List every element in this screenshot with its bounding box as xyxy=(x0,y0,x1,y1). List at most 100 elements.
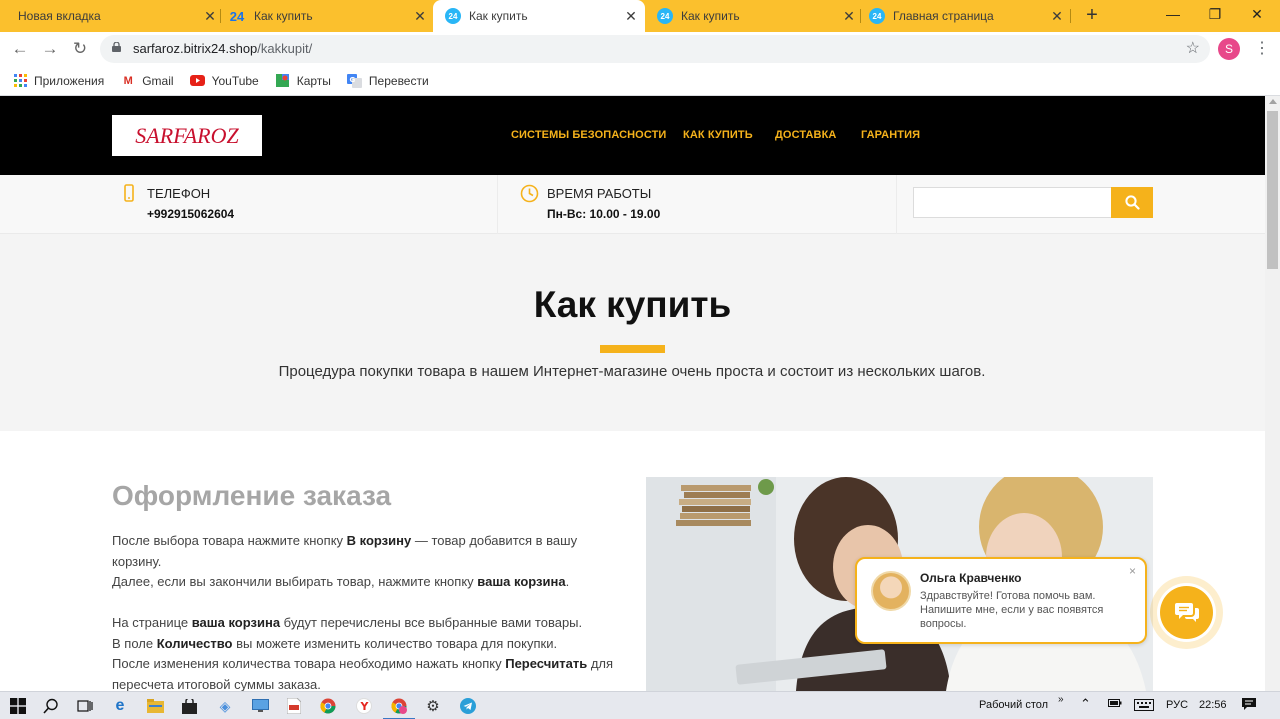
bitrix24-favicon-icon: 24 xyxy=(445,8,461,24)
translate-icon: G xyxy=(347,73,363,88)
paragraph-quantity: В поле Количество вы можете изменить кол… xyxy=(112,634,622,655)
site-search-input[interactable] xyxy=(913,187,1111,218)
chat-bubbles-icon xyxy=(1174,602,1199,622)
toolbar-overflow-icon[interactable]: » xyxy=(1058,694,1064,705)
address-bar[interactable]: sarfaroz.bitrix24.shop/kakkupit/ ☆ xyxy=(100,35,1210,63)
nav-how-to-buy[interactable]: КАК КУПИТЬ xyxy=(683,129,753,141)
back-arrow-icon[interactable]: ← xyxy=(8,38,32,60)
task-view-icon[interactable] xyxy=(75,696,95,716)
bookmark-maps[interactable]: Карты xyxy=(275,74,331,88)
tray-expand-icon[interactable]: ⌃ xyxy=(1080,696,1091,712)
tab-close-icon[interactable]: ✕ xyxy=(841,8,857,25)
chrome-menu-icon[interactable]: ⋮ xyxy=(1254,38,1270,60)
text-segment: . xyxy=(565,574,570,589)
bitrix24-favicon-icon: 24 xyxy=(869,8,885,24)
browser-tab-strip: Новая вкладка ✕ 24 Как купить ✕ 24 Как к… xyxy=(0,0,1280,32)
search-icon xyxy=(1124,195,1140,210)
forward-arrow-icon[interactable]: → xyxy=(38,38,62,60)
hours-value: Пн-Вс: 10.00 - 19.00 xyxy=(547,207,661,221)
store-icon[interactable] xyxy=(179,696,199,716)
bitrix24-favicon-icon: 24 xyxy=(657,8,673,24)
gmail-icon: M xyxy=(123,74,133,87)
yandex-browser-icon[interactable]: Y xyxy=(354,696,374,716)
info-divider xyxy=(896,175,897,234)
edge-icon[interactable]: e xyxy=(110,696,130,716)
nav-warranty[interactable]: ГАРАНТИЯ xyxy=(861,129,920,141)
browser-tab[interactable]: Новая вкладка ✕ xyxy=(8,0,218,32)
dropbox-icon[interactable]: ◈ xyxy=(215,696,235,716)
youtube-icon xyxy=(190,74,206,88)
consultant-name: Ольга Кравченко xyxy=(920,571,1022,585)
consultant-avatar xyxy=(871,571,911,611)
bold-term: ваша корзина xyxy=(477,574,566,589)
browser-toolbar: ← → ↻ sarfaroz.bitrix24.shop/kakkupit/ ☆… xyxy=(0,32,1280,66)
browser-tab-active[interactable]: 24 Как купить ✕ xyxy=(433,0,645,32)
minimize-window-icon[interactable]: — xyxy=(1150,0,1196,30)
close-window-icon[interactable]: ✕ xyxy=(1234,0,1280,30)
reload-icon[interactable]: ↻ xyxy=(68,38,92,60)
phone-number[interactable]: +992915062604 xyxy=(147,207,234,221)
search-icon[interactable] xyxy=(41,696,61,716)
tab-title: Главная страница xyxy=(893,9,994,23)
text-segment: Далее, если вы закончили выбирать товар,… xyxy=(112,574,478,589)
language-indicator[interactable]: РУС xyxy=(1166,699,1188,711)
page-title: Как купить xyxy=(533,284,732,325)
page-hero: Как купить Процедура покупки товара в на… xyxy=(0,234,1265,431)
nav-security-systems[interactable]: СИСТЕМЫ БЕЗОПАСНОСТИ xyxy=(511,129,666,141)
site-search-button[interactable] xyxy=(1111,187,1153,218)
title-underline xyxy=(600,345,665,353)
keyboard-icon[interactable] xyxy=(1134,699,1154,714)
svg-text:G: G xyxy=(350,76,356,84)
telegram-icon[interactable] xyxy=(458,696,478,716)
browser-tab[interactable]: 24 Как купить ✕ xyxy=(228,0,428,32)
battery-icon[interactable] xyxy=(1108,698,1122,711)
text-segment: На странице xyxy=(112,615,192,630)
paragraph-recalculate: После изменения количества товара необхо… xyxy=(112,654,622,691)
chrome-icon[interactable] xyxy=(318,696,338,716)
tab-close-icon[interactable]: ✕ xyxy=(623,8,639,25)
section-heading: Оформление заказа xyxy=(112,480,392,511)
maps-icon xyxy=(275,74,291,88)
paragraph-add-to-cart: После выбора товара нажмите кнопку В кор… xyxy=(112,531,622,572)
nav-delivery[interactable]: ДОСТАВКА xyxy=(775,129,836,141)
monitor-icon[interactable] xyxy=(250,696,270,716)
bookmark-star-icon[interactable]: ☆ xyxy=(1186,38,1200,58)
scrollbar-thumb[interactable] xyxy=(1267,111,1278,269)
pdf-icon[interactable] xyxy=(284,696,304,716)
file-explorer-icon[interactable] xyxy=(145,696,165,716)
tab-close-icon[interactable]: ✕ xyxy=(1049,8,1065,25)
text-segment: В поле xyxy=(112,636,157,651)
site-logo[interactable]: SARFAROZ xyxy=(112,115,262,156)
tab-close-icon[interactable]: ✕ xyxy=(412,8,428,25)
scroll-up-arrow-icon[interactable] xyxy=(1269,99,1277,104)
bitrix24-favicon-icon: 24 xyxy=(229,8,245,24)
text-segment: будут перечислены все выбранные вами тов… xyxy=(280,615,583,630)
browser-tab[interactable]: 24 Главная страница ✕ xyxy=(869,0,1065,32)
browser-tab[interactable]: 24 Как купить ✕ xyxy=(657,0,857,32)
profile-avatar[interactable]: S xyxy=(1218,38,1240,60)
tab-close-icon[interactable]: ✕ xyxy=(202,8,218,25)
windows-start-icon[interactable] xyxy=(8,696,28,716)
page-scrollbar[interactable] xyxy=(1265,96,1280,691)
chrome-active-icon[interactable] xyxy=(383,696,415,719)
bold-term: В корзину xyxy=(346,533,412,548)
chat-close-icon[interactable]: × xyxy=(1129,564,1136,578)
notifications-icon[interactable] xyxy=(1241,697,1257,714)
bookmark-apps[interactable]: Приложения xyxy=(12,74,104,88)
bookmark-translate[interactable]: G Перевести xyxy=(347,73,429,88)
contact-info-bar: ТЕЛЕФОН +992915062604 ВРЕМЯ РАБОТЫ Пн-Вс… xyxy=(0,175,1265,234)
tab-title: Новая вкладка xyxy=(18,9,101,23)
new-tab-button[interactable]: + xyxy=(1081,4,1103,26)
apps-grid-icon xyxy=(12,74,28,88)
chat-popup[interactable]: Ольга Кравченко Здравствуйте! Готова пом… xyxy=(855,557,1147,644)
desktop-toolbar-label[interactable]: Рабочий стол xyxy=(979,699,1048,711)
bookmark-youtube[interactable]: YouTube xyxy=(190,74,259,88)
settings-gear-icon[interactable]: ⚙ xyxy=(423,696,443,716)
paragraph-your-cart: Далее, если вы закончили выбирать товар,… xyxy=(112,572,622,593)
bookmark-label: YouTube xyxy=(211,73,259,88)
clock-time[interactable]: 22:56 xyxy=(1199,699,1227,711)
open-chat-button[interactable] xyxy=(1160,586,1213,639)
restore-window-icon[interactable]: ❐ xyxy=(1192,0,1238,30)
bold-term: ваша корзина xyxy=(191,615,281,630)
bookmark-gmail[interactable]: M Gmail xyxy=(120,74,174,88)
